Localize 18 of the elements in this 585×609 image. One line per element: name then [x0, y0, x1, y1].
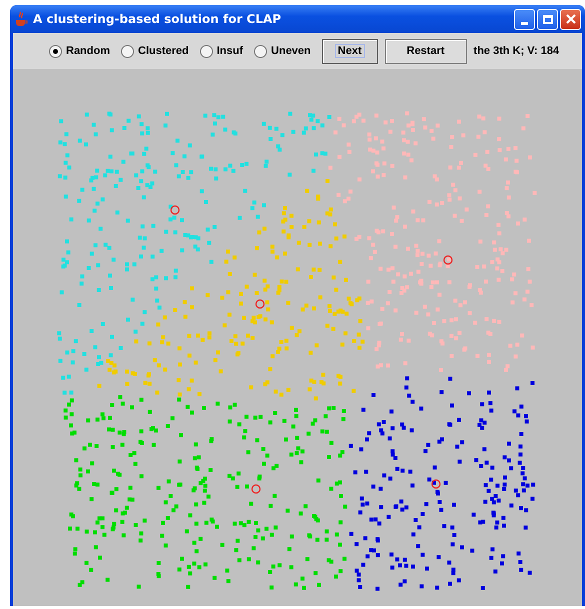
centroid-marker	[170, 205, 180, 215]
radio-button[interactable]: Random	[49, 44, 110, 58]
centroid-marker	[431, 479, 441, 489]
window-title: A clustering-based solution for CLAP	[33, 12, 282, 26]
centroid-marker	[251, 484, 261, 494]
radio-button[interactable]: Uneven	[254, 44, 311, 58]
push-button[interactable]: Restart	[384, 38, 467, 64]
close-button[interactable]	[560, 8, 581, 30]
maximize-button[interactable]	[537, 8, 558, 30]
minimize-button[interactable]	[514, 8, 535, 30]
centroid-marker	[255, 299, 265, 309]
radio-button[interactable]: Insuf	[200, 44, 244, 58]
close-icon	[564, 12, 578, 26]
coffee-cup-icon	[14, 11, 28, 27]
radio-button[interactable]: Clustered	[121, 44, 189, 58]
push-button[interactable]: Next	[322, 38, 378, 64]
centroid-marker	[443, 255, 453, 265]
status-text: the 3th K; V: 184	[474, 45, 560, 57]
